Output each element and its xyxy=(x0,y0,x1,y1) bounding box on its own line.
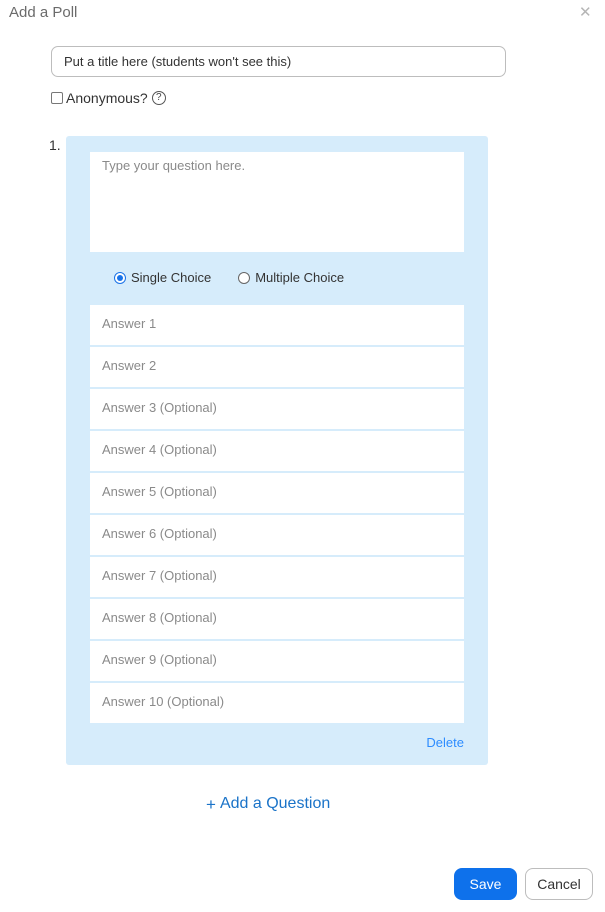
add-question-label: Add a Question xyxy=(219,794,331,812)
question-card: Type your question here. Single Choice M… xyxy=(66,136,488,765)
single-choice-label: Single Choice xyxy=(131,270,212,285)
answer-input-4[interactable]: Answer 4 (Optional) xyxy=(90,431,464,471)
answer-input-3[interactable]: Answer 3 (Optional) xyxy=(90,389,464,429)
answer-input-9[interactable]: Answer 9 (Optional) xyxy=(90,641,464,681)
poll-title-input[interactable]: Put a title here (students won't see thi… xyxy=(51,46,506,77)
add-question-button[interactable]: + Add a Question xyxy=(206,792,330,815)
cancel-button[interactable]: Cancel xyxy=(525,868,593,900)
single-choice-option[interactable]: Single Choice xyxy=(114,270,211,285)
anonymous-label: Anonymous? xyxy=(66,90,148,106)
help-icon[interactable]: ? xyxy=(151,91,166,105)
delete-question-button[interactable]: Delete xyxy=(426,735,464,750)
answer-input-10[interactable]: Answer 10 (Optional) xyxy=(90,683,464,723)
question-number: 1. xyxy=(49,137,61,153)
question-type-group: Single Choice Multiple Choice xyxy=(114,270,371,285)
multiple-choice-radio[interactable] xyxy=(238,271,251,284)
anonymous-option[interactable]: Anonymous? ? xyxy=(51,90,166,106)
multiple-choice-label: Multiple Choice xyxy=(255,270,345,285)
answer-list: Answer 1 Answer 2 Answer 3 (Optional) An… xyxy=(90,305,464,725)
save-button[interactable]: Save xyxy=(454,868,517,900)
close-icon[interactable]: ✕ xyxy=(579,3,592,21)
plus-icon: + xyxy=(206,795,216,814)
question-text-input[interactable]: Type your question here. xyxy=(90,152,464,252)
multiple-choice-option[interactable]: Multiple Choice xyxy=(238,270,344,285)
anonymous-checkbox[interactable] xyxy=(51,92,63,104)
answer-input-1[interactable]: Answer 1 xyxy=(90,305,464,345)
answer-input-8[interactable]: Answer 8 (Optional) xyxy=(90,599,464,639)
answer-input-2[interactable]: Answer 2 xyxy=(90,347,464,387)
single-choice-radio[interactable] xyxy=(114,271,126,284)
answer-input-5[interactable]: Answer 5 (Optional) xyxy=(90,473,464,513)
dialog-title: Add a Poll xyxy=(9,4,78,21)
answer-input-7[interactable]: Answer 7 (Optional) xyxy=(90,557,464,597)
answer-input-6[interactable]: Answer 6 (Optional) xyxy=(90,515,464,555)
